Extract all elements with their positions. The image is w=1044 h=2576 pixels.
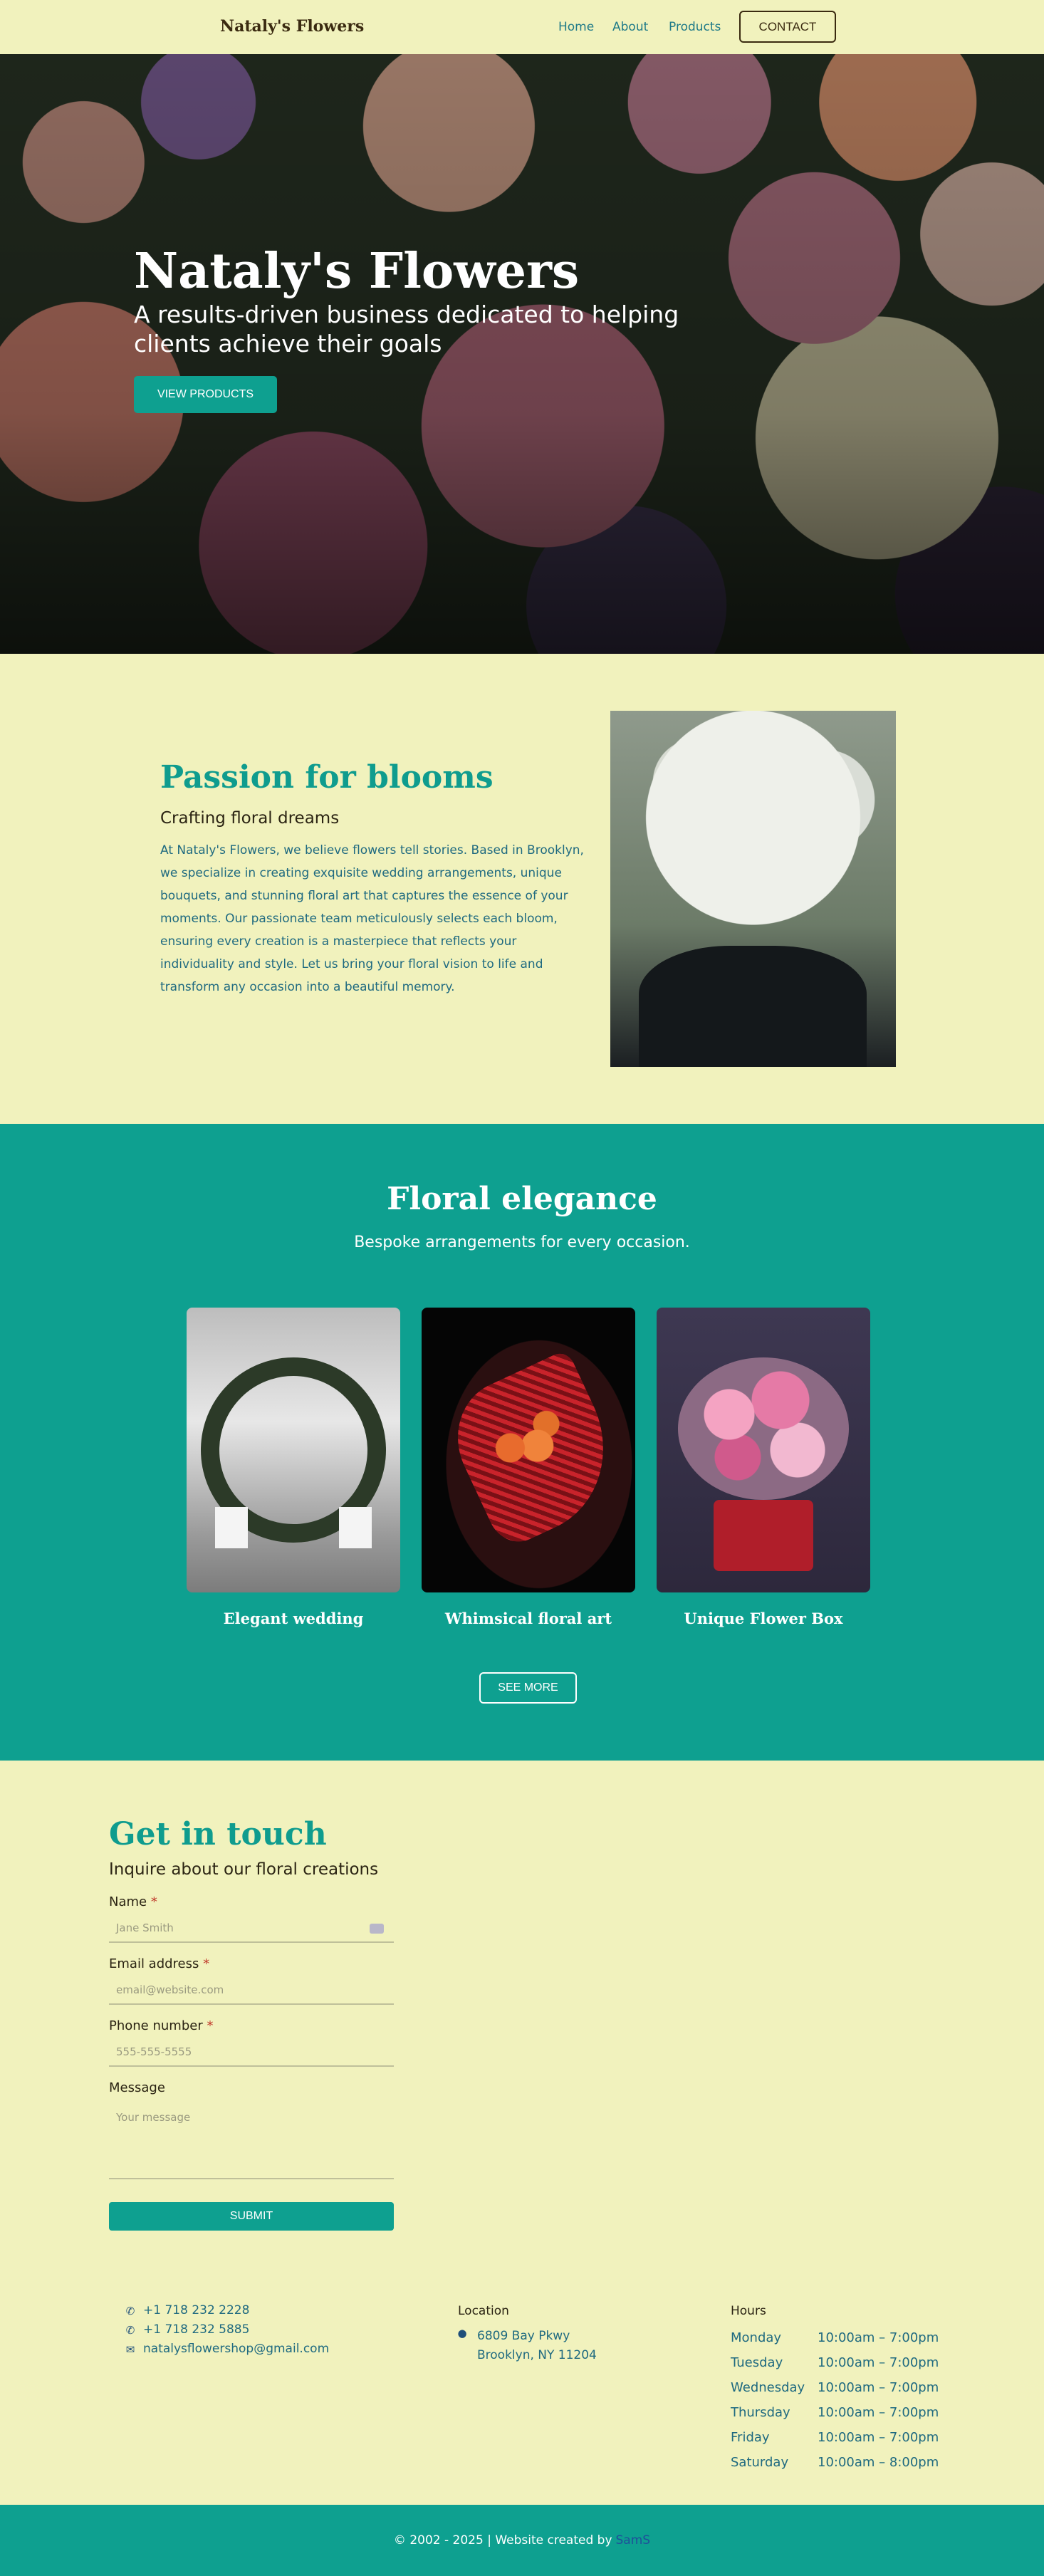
passion-title: Passion for blooms (160, 759, 494, 796)
bouquet-image (610, 711, 896, 1067)
card-label-wedding: Elegant wedding (223, 1610, 364, 1627)
credit-link[interactable]: SamS (616, 2533, 651, 2548)
autofill-icon[interactable] (370, 1924, 384, 1934)
name-field[interactable]: Jane Smith (109, 1914, 394, 1943)
phone-icon: ✆ (125, 2324, 135, 2337)
hours-day: Saturday (731, 2455, 789, 2470)
address-line-1[interactable]: 6809 Bay Pkwy (477, 2329, 570, 2343)
hours-time: 10:00am – 7:00pm (818, 2430, 939, 2445)
location-pin-icon: ● (457, 2327, 467, 2340)
phone-link-2[interactable]: +1 718 232 5885 (143, 2322, 249, 2337)
hero-section: Nataly's Flowers A results-driven busine… (0, 54, 1044, 654)
email-label: Email address * (109, 1956, 210, 1971)
phone-field[interactable]: 555-555-5555 (109, 2038, 394, 2067)
elegance-subtitle: Bespoke arrangements for every occasion. (354, 1234, 690, 1251)
hours-day: Tuesday (731, 2355, 783, 2370)
floral-elegance-section: Floral elegance Bespoke arrangements for… (0, 1124, 1044, 1761)
view-products-button[interactable]: VIEW PRODUCTS (134, 376, 277, 413)
phone-label: Phone number * (109, 2018, 214, 2033)
hours-day: Thursday (731, 2405, 790, 2420)
hero-title: Nataly's Flowers (134, 243, 580, 300)
message-field[interactable]: Your message (109, 2101, 394, 2179)
copyright-text: © 2002 - 2025 | Website created by (393, 2533, 612, 2548)
elegance-title: Floral elegance (387, 1181, 657, 1217)
passion-body: At Nataly's Flowers, we believe flowers … (160, 843, 584, 994)
contact-title: Get in touch (109, 1816, 327, 1852)
address-line-2[interactable]: Brooklyn, NY 11204 (477, 2348, 597, 2362)
flower-box-image[interactable] (657, 1308, 870, 1592)
pink-flowers (678, 1357, 849, 1500)
passion-subtitle: Crafting floral dreams (160, 809, 340, 828)
see-more-button[interactable]: SEE MORE (479, 1672, 577, 1704)
contact-subtitle: Inquire about our floral creations (109, 1860, 379, 1879)
hours-day: Monday (731, 2330, 782, 2345)
message-label: Message (109, 2080, 165, 2095)
hours-time: 10:00am – 7:00pm (818, 2330, 939, 2345)
nav-link-products[interactable]: Products (669, 20, 721, 34)
hours-day: Wednesday (731, 2380, 805, 2395)
email-field[interactable]: email@website.com (109, 1976, 394, 2005)
hero-subtitle: A results-driven business dedicated to h… (134, 301, 679, 358)
card-label-flower-box: Unique Flower Box (684, 1610, 843, 1627)
phone-icon: ✆ (125, 2305, 135, 2317)
email-link[interactable]: natalysflowershop@gmail.com (143, 2342, 329, 2356)
email-icon: ✉ (125, 2343, 135, 2356)
nav-link-about[interactable]: About (612, 20, 648, 34)
hours-day: Friday (731, 2430, 770, 2445)
pedestal (339, 1507, 372, 1548)
contact-button[interactable]: CONTACT (739, 11, 836, 43)
bouquet-sleeve (639, 946, 867, 1067)
hours-heading: Hours (731, 2304, 766, 2318)
submit-button[interactable]: SUBMIT (109, 2202, 394, 2231)
top-nav: Nataly's Flowers Home About Products CON… (0, 0, 1044, 54)
name-label: Name * (109, 1894, 157, 1909)
location-heading: Location (458, 2304, 509, 2318)
brand-logo[interactable]: Nataly's Flowers (220, 17, 364, 36)
red-hatbox (714, 1500, 813, 1571)
phone-link-1[interactable]: +1 718 232 2228 (143, 2303, 249, 2317)
wedding-arch-image[interactable] (187, 1308, 400, 1592)
hours-time: 10:00am – 7:00pm (818, 2380, 939, 2395)
hours-time: 10:00am – 7:00pm (818, 2405, 939, 2420)
hours-time: 10:00am – 7:00pm (818, 2355, 939, 2370)
hours-time: 10:00am – 8:00pm (818, 2455, 939, 2470)
tulip-bouquet-image[interactable] (422, 1308, 635, 1592)
nav-link-home[interactable]: Home (558, 20, 594, 34)
footer: © 2002 - 2025 | Website created by SamS (0, 2505, 1044, 2576)
card-label-floral-art: Whimsical floral art (444, 1610, 612, 1627)
pedestal (215, 1507, 248, 1548)
